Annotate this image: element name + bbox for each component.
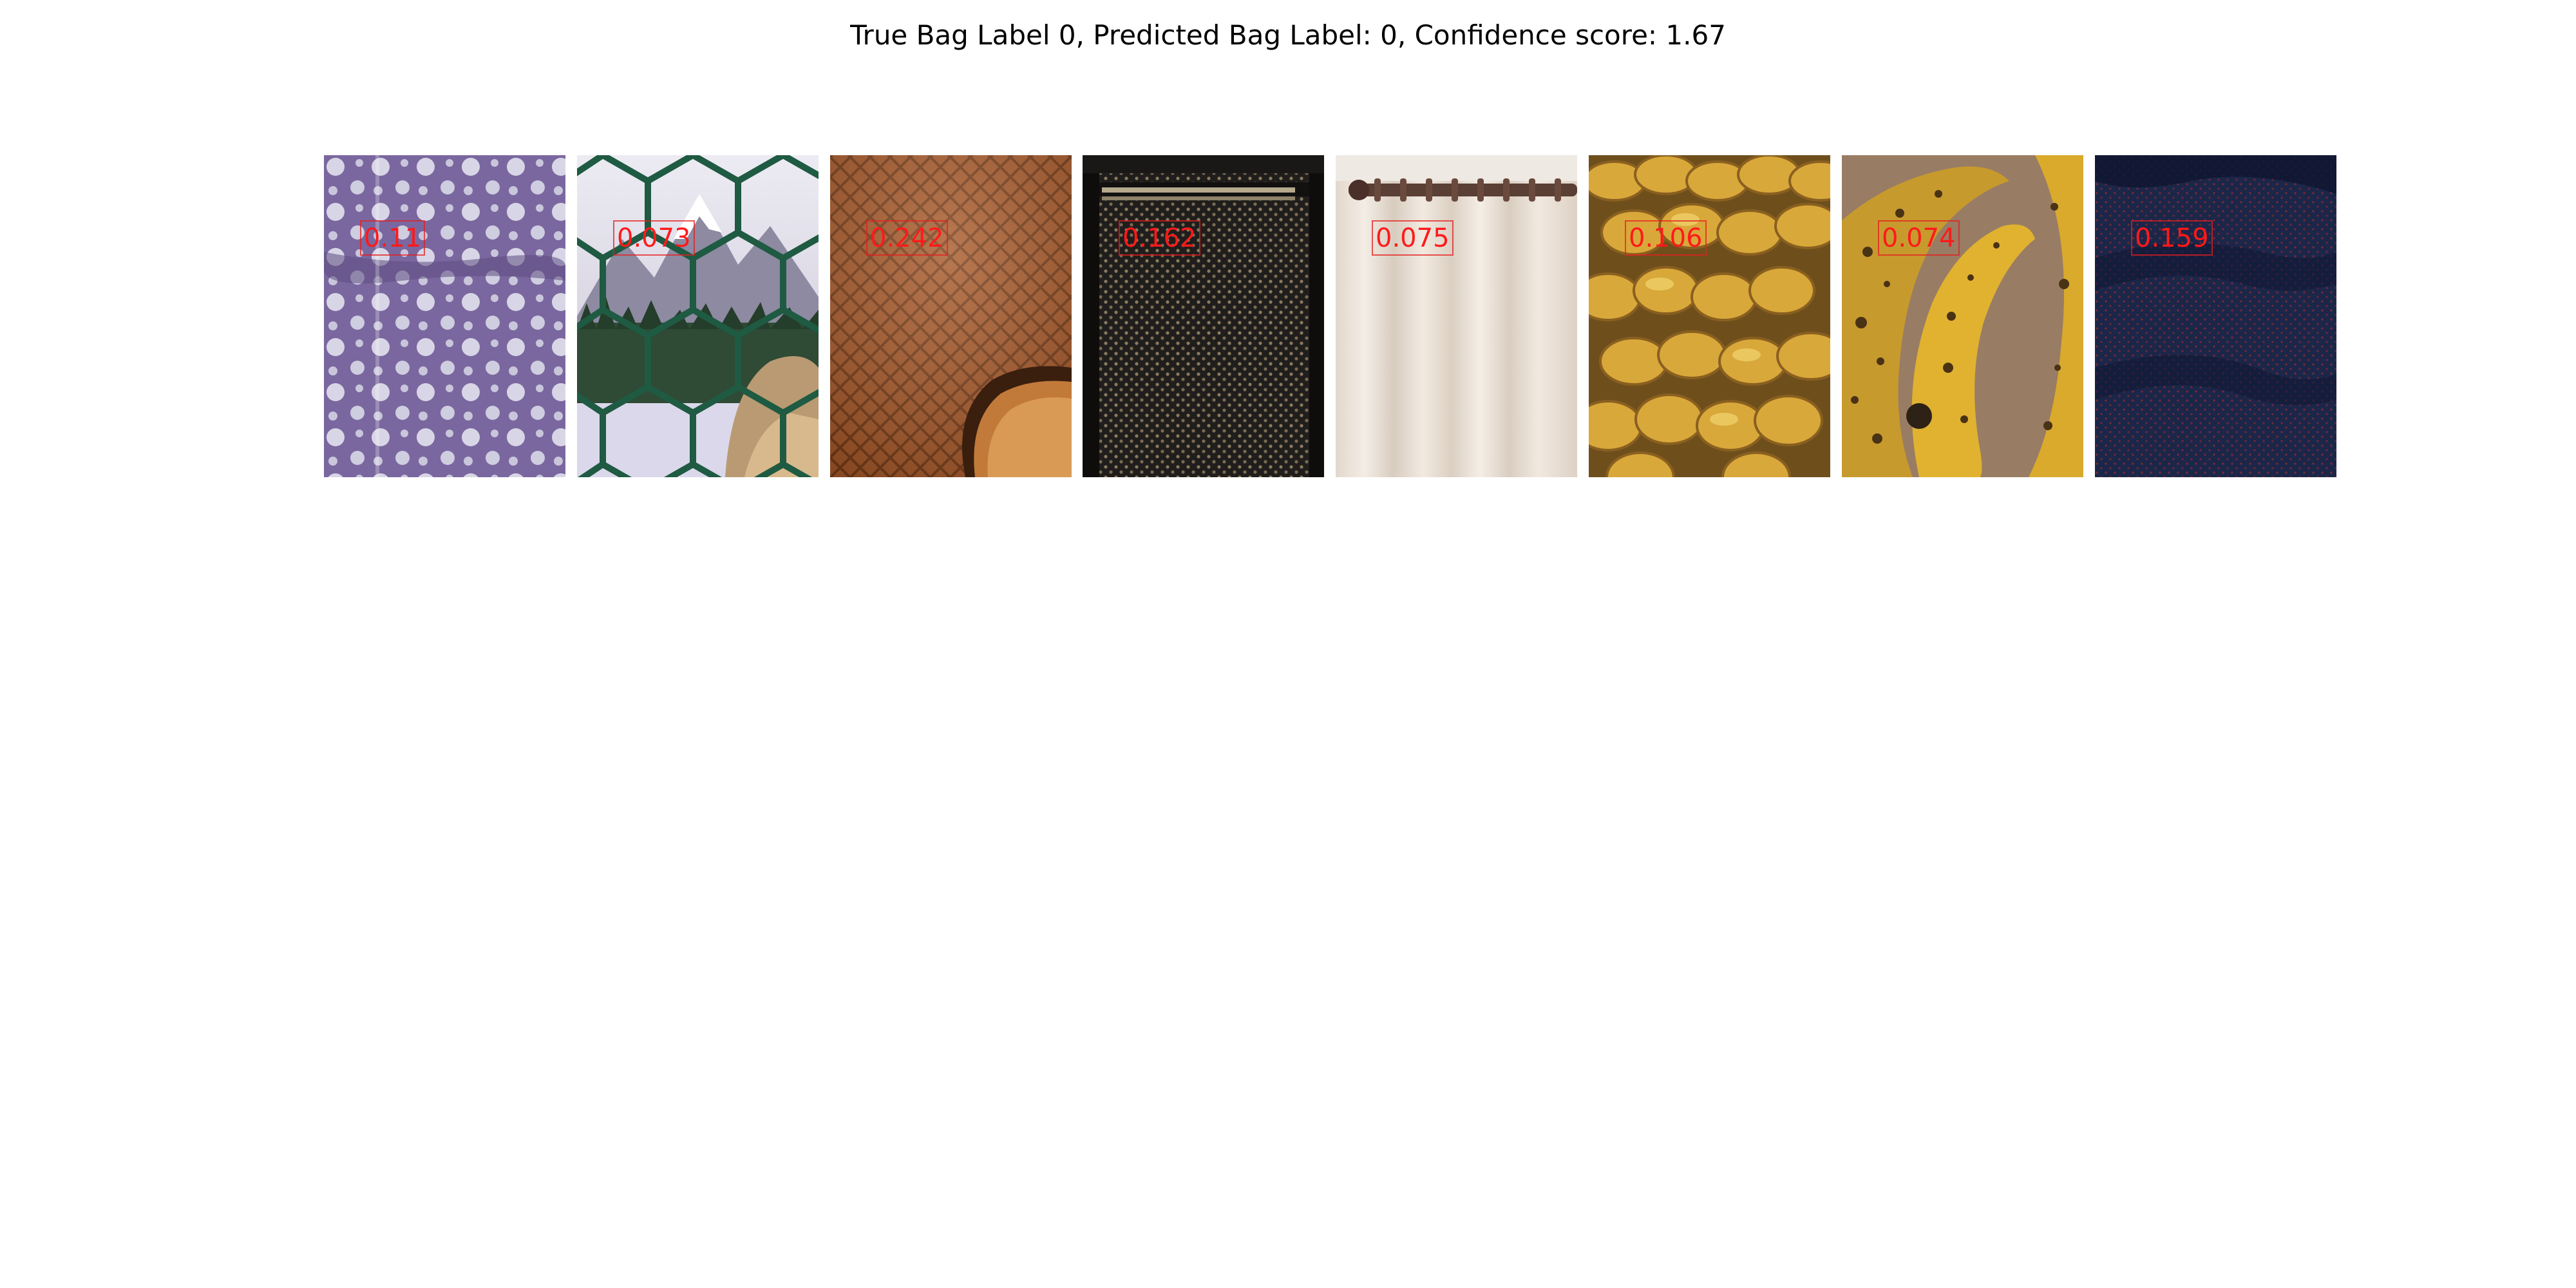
purple-polka-dot-fabric-image xyxy=(324,155,565,477)
instance-score: 0.11 xyxy=(360,220,426,256)
instance-tile-4: 0.162 xyxy=(1083,155,1324,477)
instance-tile-6: 0.106 xyxy=(1589,155,1830,477)
instance-score: 0.159 xyxy=(2131,220,2213,256)
chain-link-fence-bear-image xyxy=(577,155,819,477)
instance-tile-5: 0.075 xyxy=(1336,155,1577,477)
instance-score: 0.075 xyxy=(1372,220,1454,256)
instance-tile-3: 0.242 xyxy=(830,155,1072,477)
ripe-bananas-image xyxy=(1842,155,2083,477)
instance-tile-7: 0.074 xyxy=(1842,155,2083,477)
instance-score: 0.106 xyxy=(1625,220,1707,256)
navy-dotted-fabric-image xyxy=(2095,155,2336,477)
instance-score: 0.073 xyxy=(613,220,695,256)
dotted-dark-fabric-image xyxy=(1083,155,1324,477)
instance-score: 0.242 xyxy=(866,220,948,256)
instance-score: 0.162 xyxy=(1119,220,1200,256)
instance-tile-8: 0.159 xyxy=(2095,155,2336,477)
instance-tile-2: 0.073 xyxy=(577,155,819,477)
instance-tile-1: 0.11 xyxy=(324,155,565,477)
instance-score: 0.074 xyxy=(1878,220,1960,256)
figure-title: True Bag Label 0, Predicted Bag Label: 0… xyxy=(850,19,1726,51)
waffle-cookie-image xyxy=(830,155,1072,477)
braided-bread-image xyxy=(1589,155,1830,477)
cream-curtain-rod-image xyxy=(1336,155,1577,477)
